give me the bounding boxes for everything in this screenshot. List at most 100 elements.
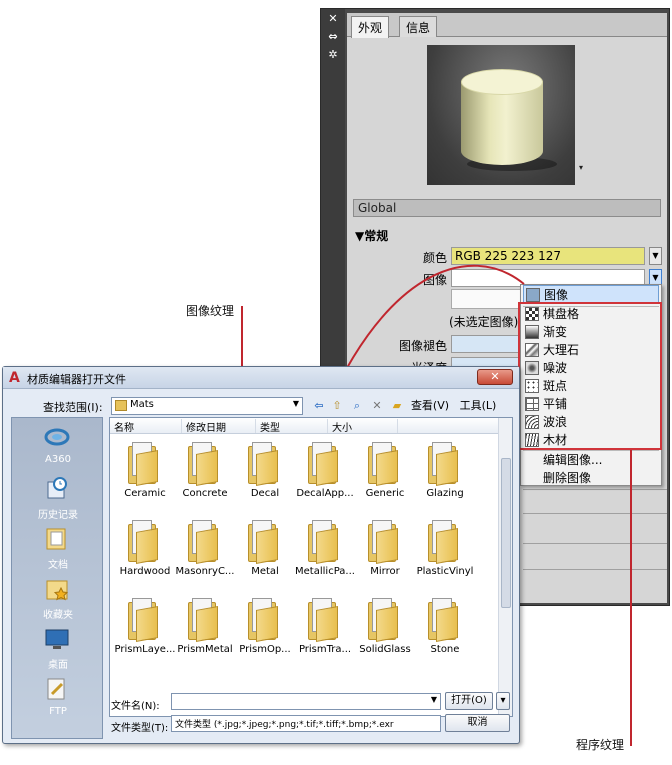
material-preview[interactable] xyxy=(427,45,575,185)
folder-item[interactable]: Hardwood xyxy=(114,520,176,594)
folder-item[interactable]: Concrete xyxy=(174,442,236,516)
gradient-icon xyxy=(525,325,539,339)
properties-icon[interactable]: ✲ xyxy=(327,49,339,61)
column-type[interactable]: 类型 xyxy=(256,419,328,434)
folder-icon xyxy=(368,598,400,642)
chevron-down-icon: ▾ xyxy=(500,695,506,706)
view-menu[interactable]: 查看(V) xyxy=(407,397,453,415)
folder-item[interactable]: Decal xyxy=(234,442,296,516)
menu-item-delete-image[interactable]: 删除图像 xyxy=(523,469,659,487)
menu-item-checker[interactable]: 棋盘格 xyxy=(523,305,659,323)
folder-icon xyxy=(428,442,460,486)
menu-item-edit-image[interactable]: 编辑图像... xyxy=(523,451,659,469)
up-folder-icon[interactable]: ⇧ xyxy=(329,397,345,415)
color-dropdown-button[interactable]: ▼ xyxy=(649,247,662,265)
column-modified[interactable]: 修改日期 xyxy=(182,419,256,434)
place-label: A360 xyxy=(45,454,71,465)
procedural-texture-callout: 程序纹理 xyxy=(576,738,625,752)
cancel-button[interactable]: 取消 xyxy=(445,714,510,732)
chevron-down-icon: ▼ xyxy=(292,399,299,408)
filename-input[interactable]: ▼ xyxy=(171,693,441,710)
autocad-logo-icon: A xyxy=(9,370,20,386)
folder-item[interactable]: Glazing xyxy=(414,442,476,516)
preview-options-icon[interactable]: ▾ xyxy=(579,163,583,172)
search-web-icon[interactable]: ⌕ xyxy=(349,397,365,415)
folder-icon xyxy=(188,442,220,486)
look-in-label: 查找范围(I): xyxy=(43,401,103,414)
material-name-field[interactable]: Global xyxy=(353,199,661,217)
noise-icon xyxy=(525,361,539,375)
delete-icon[interactable]: ✕ xyxy=(369,397,385,415)
menu-item-label: 木材 xyxy=(543,433,568,447)
menu-item-label: 大理石 xyxy=(543,343,580,357)
place-history[interactable]: 历史记录 xyxy=(12,474,104,528)
menu-item-gradient[interactable]: 渐变 xyxy=(523,323,659,341)
place-a360[interactable]: A360 xyxy=(12,422,104,476)
menu-item-wood[interactable]: 木材 xyxy=(523,431,659,449)
menu-item-marble[interactable]: 大理石 xyxy=(523,341,659,359)
folder-item[interactable]: PlasticVinyl xyxy=(414,520,476,594)
menu-item-label: 斑点 xyxy=(543,379,568,393)
folder-item[interactable]: Generic xyxy=(354,442,416,516)
open-button[interactable]: 打开(O) xyxy=(445,692,493,710)
column-name[interactable]: 名称 xyxy=(110,419,182,434)
dialog-titlebar[interactable]: A 材质编辑器打开文件 ✕ xyxy=(3,367,519,389)
tab-appearance[interactable]: 外观 xyxy=(351,16,390,38)
close-button[interactable]: ✕ xyxy=(477,369,513,385)
look-in-select[interactable]: Mats ▼ xyxy=(111,397,303,415)
folder-item[interactable]: Metal xyxy=(234,520,296,594)
scroll-thumb[interactable] xyxy=(501,458,511,608)
close-icon[interactable]: ✕ xyxy=(327,13,339,25)
color-field[interactable]: RGB 225 223 127 xyxy=(451,247,645,265)
image-fade-field[interactable] xyxy=(451,335,521,353)
place-label: 桌面 xyxy=(48,660,68,671)
open-options-button[interactable]: ▾ xyxy=(496,692,510,710)
folder-item[interactable]: PrismLaye... xyxy=(114,598,176,672)
folder-item[interactable]: SolidGlass xyxy=(354,598,416,672)
place-documents[interactable]: 文档 xyxy=(12,524,104,578)
folder-icon xyxy=(248,598,280,642)
folder-item[interactable]: MasonryC... xyxy=(174,520,236,594)
vertical-scrollbar[interactable] xyxy=(498,418,512,716)
menu-item-speckle[interactable]: 斑点 xyxy=(523,377,659,395)
folder-icon xyxy=(248,442,280,486)
folder-item[interactable]: Mirror xyxy=(354,520,416,594)
folder-icon xyxy=(128,520,160,564)
section-general[interactable]: ▼常规 xyxy=(355,227,388,244)
filename-label: 文件名(N): xyxy=(111,701,160,712)
folder-icon xyxy=(128,442,160,486)
column-size[interactable]: 大小 xyxy=(328,419,398,434)
chevron-down-icon: ▼ xyxy=(430,695,437,704)
folder-item[interactable]: PrismTra... xyxy=(294,598,356,672)
folder-item[interactable]: PrismOp... xyxy=(234,598,296,672)
menu-item-noise[interactable]: 噪波 xyxy=(523,359,659,377)
tab-information[interactable]: 信息 xyxy=(399,16,438,37)
place-desktop[interactable]: 桌面 xyxy=(12,624,104,678)
folder-item[interactable]: Ceramic xyxy=(114,442,176,516)
marble-icon xyxy=(525,343,539,357)
tiles-icon xyxy=(525,397,539,411)
history-icon xyxy=(47,477,67,499)
place-ftp[interactable]: FTP xyxy=(12,674,104,728)
dialog-title: 材质编辑器打开文件 xyxy=(27,373,126,386)
ftp-icon xyxy=(47,678,65,700)
new-folder-icon[interactable]: ▰ xyxy=(389,397,405,415)
auto-hide-icon[interactable]: ⇔ xyxy=(327,31,339,43)
filetype-select[interactable]: 文件类型 (*.jpg;*.jpeg;*.png;*.tif;*.tiff;*.… xyxy=(171,715,441,732)
place-label: FTP xyxy=(49,706,67,717)
folder-item[interactable]: PrismMetal xyxy=(174,598,236,672)
folder-item[interactable]: DecalApp... xyxy=(294,442,356,516)
folder-item[interactable]: MetallicPa... xyxy=(294,520,356,594)
folder-icon xyxy=(188,520,220,564)
tools-menu[interactable]: 工具(L) xyxy=(455,397,501,415)
filetype-label: 文件类型(T): xyxy=(111,723,169,734)
place-favorites[interactable]: 收藏夹 xyxy=(12,574,104,628)
folder-icon xyxy=(308,520,340,564)
back-icon[interactable]: ⇦ xyxy=(311,397,327,415)
menu-item-waves[interactable]: 波浪 xyxy=(523,413,659,431)
menu-item-tiles[interactable]: 平铺 xyxy=(523,395,659,413)
folder-icon xyxy=(115,400,127,411)
menu-item-image[interactable]: 图像 xyxy=(523,285,659,303)
folder-item[interactable]: Stone xyxy=(414,598,476,672)
image-thumbnail[interactable] xyxy=(451,289,527,309)
